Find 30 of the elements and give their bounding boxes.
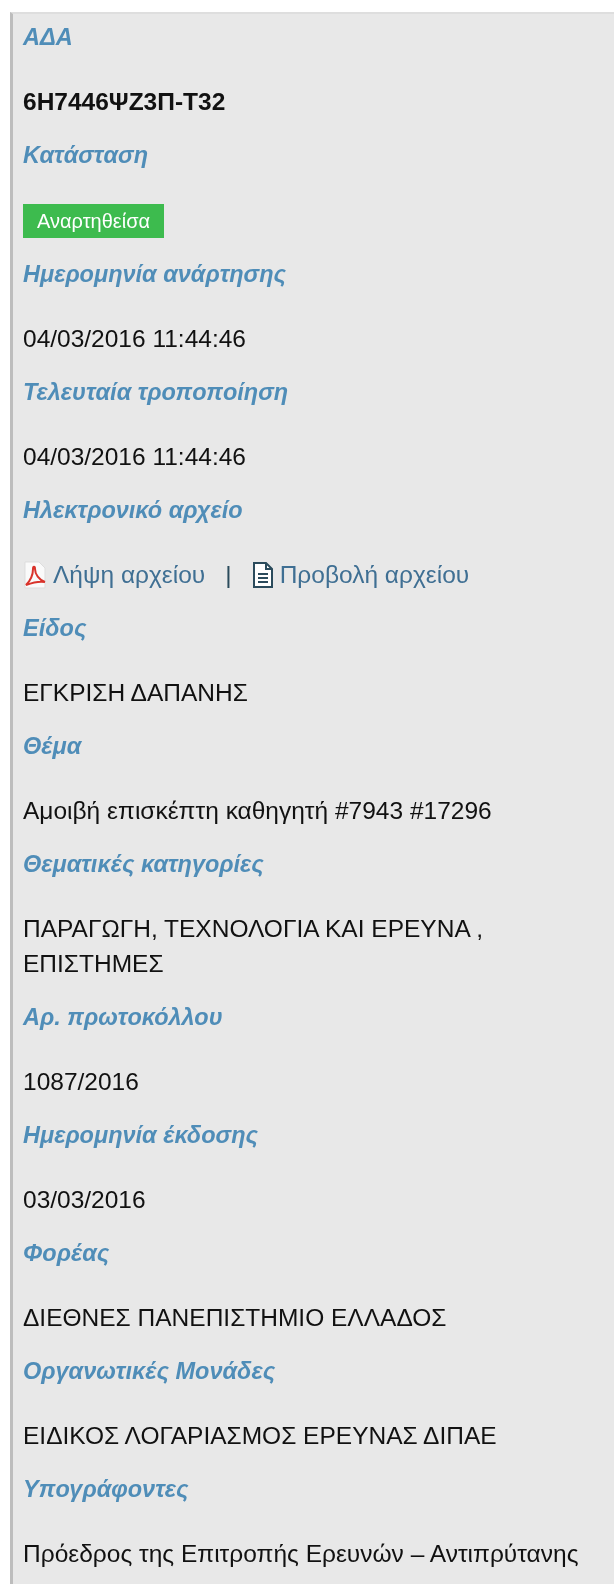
field-value: ΕΙΔΙΚΟΣ ΛΟΓΑΡΙΑΣΜΟΣ ΕΡΕΥΝΑΣ ΔΙΠΑΕ	[23, 1421, 498, 1451]
field-label: Θέμα	[23, 732, 82, 761]
field-value: ΔΙΕΘΝΕΣ ΠΑΝΕΠΙΣΤΗΜΙΟ ΕΛΛΑΔΟΣ	[23, 1303, 448, 1333]
field-label: Τελευταία τροποποίηση	[23, 378, 289, 407]
file-link[interactable]: Λήψη αρχείου	[53, 557, 206, 592]
field-label: Ηλεκτρονικό αρχείο	[23, 496, 243, 525]
field-label: Ημερομηνία ανάρτησης	[23, 260, 287, 289]
field-label: Θεματικές κατηγορίες	[23, 850, 264, 879]
field-label: Φορέας	[23, 1239, 110, 1268]
field-label: Ημερομηνία έκδοσης	[23, 1121, 258, 1150]
field-value: 04/03/2016 11:44:46	[23, 442, 247, 472]
field-value: 6Η7446ΨΖ3Π-Τ32	[23, 87, 227, 117]
status-badge: Αναρτηθείσα	[23, 204, 165, 238]
field-label: Οργανωτικές Μονάδες	[23, 1357, 276, 1386]
field-label: Υπογράφοντες	[23, 1475, 189, 1504]
field-value: Πρόεδρος της Επιτροπής Ερευνών – Αντιπρύτανης	[23, 1539, 580, 1569]
document-icon	[251, 560, 274, 589]
field-value: 03/03/2016	[23, 1185, 147, 1215]
field-label: ΑΔΑ	[23, 23, 73, 52]
field-label: Είδος	[23, 614, 87, 643]
field-value: 1087/2016	[23, 1067, 140, 1097]
link-separator: |	[225, 560, 232, 590]
pdf-icon	[23, 560, 47, 589]
field-label: Αρ. πρωτοκόλλου	[23, 1003, 223, 1032]
field-value: ΕΓΚΡΙΣΗ ΔΑΠΑΝΗΣ	[23, 678, 249, 708]
field-value: ΠΑΡΑΓΩΓΗ, ΤΕΧΝΟΛΟΓΙΑ ΚΑΙ ΕΡΕΥΝΑ , ΕΠΙΣΤΗΜΕΣ	[23, 914, 484, 979]
field-label: Κατάσταση	[23, 141, 148, 170]
field-value: 04/03/2016 11:44:46	[23, 324, 247, 354]
field-value: Αμοιβή επισκέπτη καθηγητή #7943 #17296	[23, 796, 493, 826]
file-link[interactable]: Προβολή αρχείου	[279, 557, 470, 592]
